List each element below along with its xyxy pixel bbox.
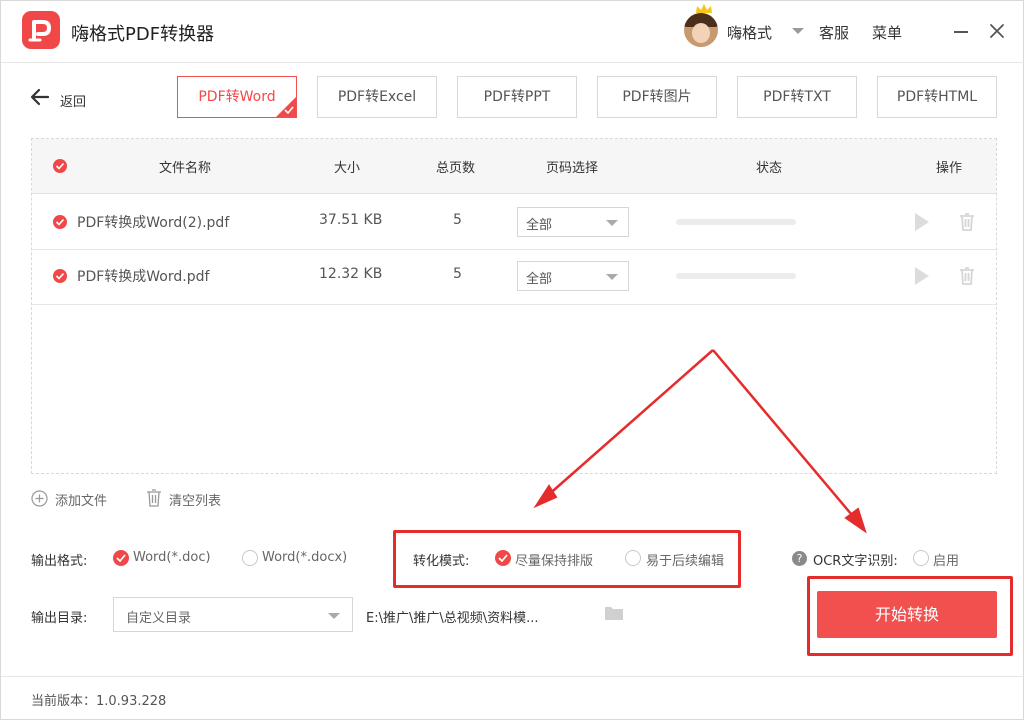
help-icon[interactable]: ?	[792, 551, 807, 566]
version-text: 当前版本：1.0.93.228	[31, 694, 167, 709]
close-icon[interactable]	[987, 21, 1007, 41]
file-table: 文件名称 大小 总页数 页码选择 状态 操作 PDF转换成Word(2).pdf…	[31, 138, 997, 474]
progress-bar	[676, 273, 796, 279]
file-pages: 5	[453, 212, 462, 228]
page-range-select[interactable]: 全部	[517, 261, 629, 291]
page-range-value: 全部	[526, 272, 553, 287]
progress-bar	[676, 219, 796, 225]
tab-label: PDF转图片	[622, 89, 692, 105]
header-status: 状态	[756, 161, 783, 176]
clear-list-label: 清空列表	[169, 494, 222, 509]
file-pages: 5	[453, 266, 462, 282]
header-file-name: 文件名称	[159, 161, 212, 176]
tab-pdf-to-image[interactable]: PDF转图片	[597, 76, 717, 118]
back-button[interactable]: 返回	[30, 87, 100, 110]
file-size: 37.51 KB	[319, 212, 383, 228]
page-range-select[interactable]: 全部	[517, 207, 629, 237]
title-bar: 嗨格式PDF转换器 嗨格式 客服 菜单	[1, 1, 1024, 63]
check-icon	[284, 106, 294, 115]
user-name[interactable]: 嗨格式	[727, 22, 772, 43]
table-row: PDF转换成Word.pdf 12.32 KB 5 全部	[32, 250, 996, 305]
app-title: 嗨格式PDF转换器	[71, 24, 215, 45]
annotation-box-start	[807, 576, 1013, 656]
radio-ocr-enable[interactable]	[913, 550, 929, 566]
chevron-down-icon	[328, 613, 340, 619]
file-size: 12.32 KB	[319, 266, 383, 282]
row-checkbox[interactable]	[53, 269, 67, 283]
option-ocr-enable[interactable]: 启用	[933, 550, 959, 569]
output-format-label: 输出格式:	[31, 554, 88, 569]
back-label: 返回	[60, 95, 87, 110]
minimize-icon[interactable]	[951, 21, 971, 41]
plus-circle-icon	[31, 490, 48, 507]
radio-doc[interactable]	[113, 550, 129, 566]
tab-label: PDF转PPT	[483, 89, 551, 105]
tab-label: PDF转HTML	[896, 89, 978, 105]
customer-service-button[interactable]: 客服	[819, 22, 849, 43]
header-page-select: 页码选择	[546, 161, 599, 176]
output-dir-path: E:\推广\推广\总视频\资料模...	[366, 611, 539, 626]
ocr-label: OCR文字识别:	[813, 554, 898, 569]
app-window: 嗨格式PDF转换器 嗨格式 客服 菜单 返回 PDF转Word PDF转Exce…	[0, 0, 1024, 720]
trash-icon[interactable]	[959, 267, 975, 285]
chevron-down-icon	[606, 220, 618, 226]
trash-icon	[147, 489, 161, 507]
trash-icon[interactable]	[959, 213, 975, 231]
table-header: 文件名称 大小 总页数 页码选择 状态 操作	[32, 139, 996, 194]
output-dir-value: 自定义目录	[126, 611, 192, 626]
arrow-left-icon	[30, 88, 50, 106]
status-bar: 当前版本：1.0.93.228	[1, 676, 1024, 720]
header-pages: 总页数	[436, 161, 476, 176]
chevron-down-icon	[606, 274, 618, 280]
file-name: PDF转换成Word(2).pdf	[77, 215, 230, 231]
tab-label: PDF转Word	[198, 89, 276, 105]
tab-pdf-to-excel[interactable]: PDF转Excel	[317, 76, 437, 118]
radio-docx[interactable]	[242, 550, 258, 566]
chevron-down-icon[interactable]	[792, 28, 804, 34]
output-dir-select[interactable]: 自定义目录	[113, 597, 353, 632]
file-name: PDF转换成Word.pdf	[77, 269, 210, 285]
header-actions: 操作	[936, 161, 963, 176]
tab-pdf-to-html[interactable]: PDF转HTML	[877, 76, 997, 118]
tab-pdf-to-ppt[interactable]: PDF转PPT	[457, 76, 577, 118]
avatar[interactable]	[684, 13, 718, 47]
page-range-value: 全部	[526, 218, 553, 233]
tab-pdf-to-txt[interactable]: PDF转TXT	[737, 76, 857, 118]
option-docx[interactable]: Word(*.docx)	[262, 550, 347, 565]
output-dir-label: 输出目录:	[31, 611, 88, 626]
play-icon[interactable]	[915, 213, 929, 231]
annotation-box-mode	[393, 530, 741, 588]
option-doc[interactable]: Word(*.doc)	[133, 550, 211, 565]
menu-button[interactable]: 菜单	[872, 22, 902, 43]
row-checkbox[interactable]	[53, 215, 67, 229]
app-logo-icon	[22, 11, 60, 49]
play-icon[interactable]	[915, 267, 929, 285]
tab-label: PDF转Excel	[337, 89, 417, 105]
folder-icon[interactable]	[604, 605, 624, 621]
add-file-label: 添加文件	[55, 494, 108, 509]
header-size: 大小	[334, 161, 361, 176]
tab-pdf-to-word[interactable]: PDF转Word	[177, 76, 297, 118]
table-row: PDF转换成Word(2).pdf 37.51 KB 5 全部	[32, 195, 996, 250]
select-all-checkbox[interactable]	[53, 159, 67, 173]
tab-label: PDF转TXT	[763, 89, 831, 105]
